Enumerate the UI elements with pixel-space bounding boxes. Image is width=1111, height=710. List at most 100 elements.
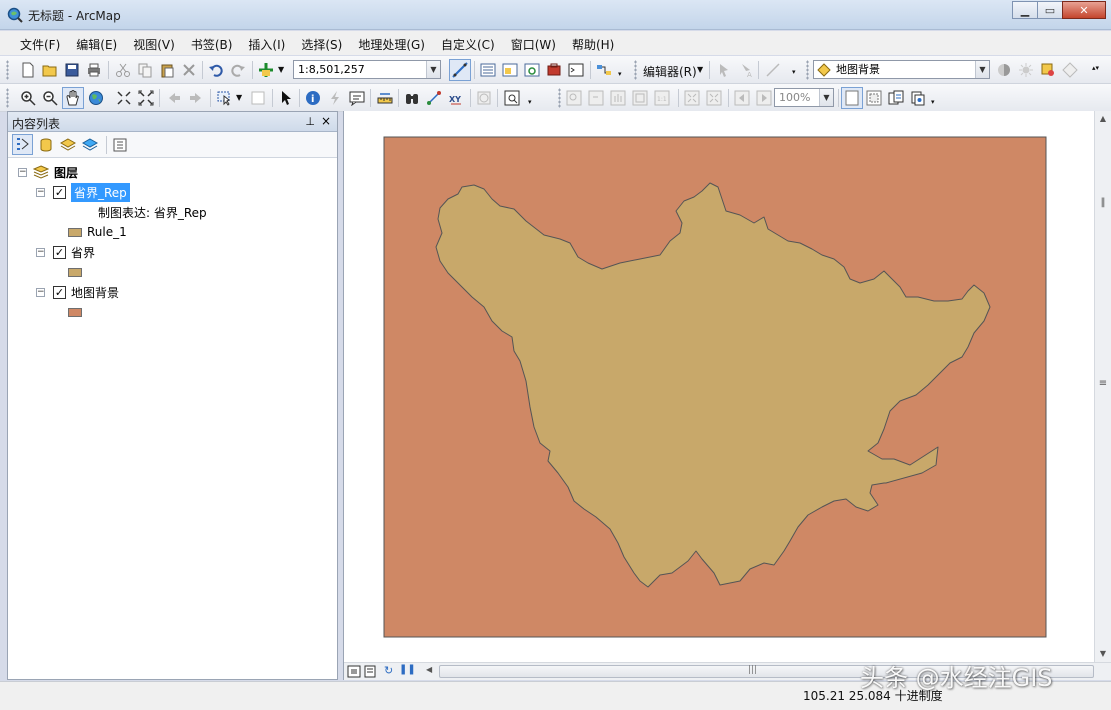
menu-view[interactable]: 视图(V) [125, 31, 183, 55]
pin-icon[interactable]: ⊥ [305, 115, 315, 128]
layer-name[interactable]: 省界 [71, 244, 95, 261]
layout-zoom-combo[interactable]: 100% ▼ [774, 88, 834, 107]
scroll-up-icon[interactable]: ▲ [1095, 111, 1111, 127]
arctoolbox-icon[interactable] [546, 62, 562, 78]
new-document-icon[interactable] [20, 62, 36, 78]
map-scale-combo[interactable]: 1:8,501,257 ▼ [293, 60, 441, 79]
zoom-100-percent-icon[interactable]: 1:1 [654, 90, 670, 106]
toolbar-overflow-icon[interactable]: ▾ [931, 98, 935, 106]
list-by-drawing-order-icon[interactable] [12, 134, 33, 155]
layer-item-province-rep[interactable]: ✓ 省界_Rep [53, 182, 130, 202]
legend-swatch[interactable] [68, 227, 82, 237]
toggle-draft-mode-icon[interactable] [841, 87, 863, 109]
edit-tool-icon[interactable] [716, 62, 732, 78]
chevron-down-icon[interactable]: ▼ [426, 61, 440, 78]
paste-icon[interactable] [159, 62, 175, 78]
toolbar-grip[interactable] [806, 60, 809, 80]
toolbar-grip[interactable] [6, 88, 9, 108]
change-layout-icon[interactable] [888, 90, 904, 106]
chevron-down-icon[interactable]: ▼ [819, 89, 833, 106]
editor-menu[interactable]: 编辑器(R) [643, 63, 697, 80]
edit-annotation-icon[interactable]: A [738, 62, 754, 78]
chevron-down-icon[interactable]: ▼ [975, 61, 989, 78]
layout-zoom-in-icon[interactable] [566, 90, 582, 106]
data-view-icon[interactable] [347, 665, 361, 678]
minimize-button[interactable]: ▁ [1012, 1, 1038, 19]
close-icon[interactable]: × [321, 114, 331, 128]
toc-options-icon[interactable] [112, 137, 128, 153]
maximize-button[interactable]: ▭ [1037, 1, 1063, 19]
zoom-in-icon[interactable] [20, 90, 36, 106]
fixed-zoom-out-layout-icon[interactable] [706, 90, 722, 106]
find-route-icon[interactable] [426, 90, 442, 106]
toolbar-overflow-icon[interactable]: ▾ [792, 68, 796, 76]
go-back-icon[interactable] [166, 90, 182, 106]
fixed-zoom-in-icon[interactable] [116, 90, 132, 106]
legend-rule-item[interactable]: Rule_1 [68, 223, 127, 241]
undo-icon[interactable] [208, 62, 224, 78]
select-elements-arrow-icon[interactable] [278, 90, 294, 106]
menu-edit[interactable]: 编辑(E) [68, 31, 125, 55]
layer-visibility-checkbox[interactable]: ✓ [53, 245, 66, 259]
time-slider-icon[interactable] [476, 90, 492, 106]
list-by-visibility-icon[interactable] [60, 137, 76, 153]
zoom-out-icon[interactable] [42, 90, 58, 106]
close-button[interactable]: ✕ [1062, 1, 1106, 19]
menu-geoprocessing[interactable]: 地理处理(G) [350, 31, 433, 55]
clear-selection-icon[interactable] [250, 90, 266, 106]
representation-layer-combo[interactable]: 地图背景 ▼ [813, 60, 990, 79]
editor-toolbar-icon[interactable] [449, 59, 471, 81]
collapse-root-icon[interactable]: − [18, 168, 27, 177]
legend-symbol-item[interactable] [68, 303, 82, 321]
layer-name[interactable]: 省界_Rep [71, 182, 130, 202]
list-by-selection-icon[interactable] [82, 137, 98, 153]
go-forward-icon[interactable] [188, 90, 204, 106]
table-of-contents-icon[interactable] [480, 62, 496, 78]
menu-file[interactable]: 文件(F) [12, 31, 68, 55]
layout-view-icon[interactable] [364, 665, 376, 678]
scroll-thumb-top-icon[interactable]: ‖ [1095, 195, 1111, 211]
fixed-zoom-out-icon[interactable] [138, 90, 154, 106]
create-viewer-window-icon[interactable] [504, 90, 520, 106]
layout-forward-extent-icon[interactable] [756, 90, 772, 106]
straight-segment-icon[interactable] [765, 62, 781, 78]
vertical-scrollbar[interactable]: ▲ ‖ ≡ ▼ [1094, 111, 1111, 662]
pause-drawing-icon[interactable]: ❚❚ [399, 664, 416, 675]
legend-swatch[interactable] [68, 307, 82, 317]
editor-dropdown-icon[interactable]: ▼ [697, 65, 703, 74]
focus-data-frame-icon[interactable] [866, 90, 882, 106]
toolbar-grip[interactable] [6, 60, 9, 80]
layer-visibility-checkbox[interactable]: ✓ [53, 185, 66, 199]
catalog-icon[interactable] [502, 62, 518, 78]
layer-item-province[interactable]: ✓ 省界 [53, 243, 95, 261]
layout-zoom-out-icon[interactable] [588, 90, 604, 106]
copy-icon[interactable] [137, 62, 153, 78]
select-dropdown-icon[interactable]: ▼ [236, 93, 242, 102]
collapse-layer-icon[interactable]: − [36, 188, 45, 197]
legend-symbol-item[interactable] [68, 263, 82, 281]
add-data-dropdown-icon[interactable]: ▼ [278, 65, 284, 74]
layout-pan-icon[interactable] [610, 90, 626, 106]
menu-selection[interactable]: 选择(S) [293, 31, 350, 55]
layout-back-extent-icon[interactable] [734, 90, 750, 106]
menu-help[interactable]: 帮助(H) [564, 31, 622, 55]
zoom-whole-page-icon[interactable] [632, 90, 648, 106]
layers-root[interactable]: 图层 [33, 163, 78, 181]
layer-visibility-checkbox[interactable]: ✓ [53, 285, 66, 299]
collapse-layer-icon[interactable]: − [36, 288, 45, 297]
redo-icon[interactable] [230, 62, 246, 78]
identify-icon[interactable]: i [305, 90, 321, 106]
collapse-layer-icon[interactable]: − [36, 248, 45, 257]
layer-name[interactable]: 地图背景 [71, 284, 119, 301]
toolbar-grip[interactable] [558, 88, 561, 108]
toolbar-overflow-icon[interactable]: ▾ [528, 98, 532, 106]
page-canvas[interactable] [344, 111, 1094, 662]
toolbar-overflow-icon[interactable]: ▾ [618, 70, 622, 78]
menu-insert[interactable]: 插入(I) [240, 31, 293, 55]
find-binoculars-icon[interactable] [404, 90, 420, 106]
scroll-thumb-grip-icon[interactable]: ≡ [1095, 376, 1111, 392]
list-by-source-icon[interactable] [38, 137, 54, 153]
select-features-icon[interactable] [216, 90, 232, 106]
diamond-outline-icon[interactable] [1062, 62, 1078, 78]
delete-icon[interactable] [181, 62, 197, 78]
